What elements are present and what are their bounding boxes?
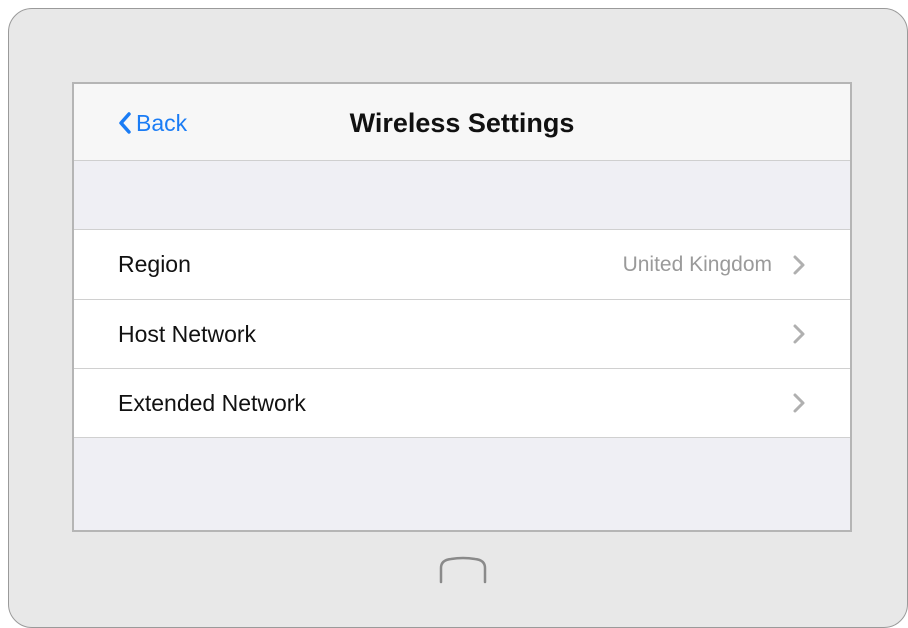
home-button-icon[interactable] bbox=[437, 556, 489, 584]
host-network-row[interactable]: Host Network bbox=[74, 299, 850, 368]
extended-network-label: Extended Network bbox=[118, 389, 306, 416]
chevron-right-icon bbox=[793, 393, 805, 413]
page-title: Wireless Settings bbox=[349, 108, 575, 138]
region-label: Region bbox=[118, 251, 191, 277]
region-value: United Kingdom bbox=[622, 252, 772, 276]
host-network-label: Host Network bbox=[118, 320, 257, 347]
chevron-right-icon bbox=[793, 255, 805, 274]
chevron-right-icon bbox=[793, 324, 805, 344]
navigation-bar: Back Wireless Settings bbox=[74, 84, 850, 161]
extended-network-row[interactable]: Extended Network bbox=[74, 368, 850, 437]
settings-list: Region United Kingdom Host Network Exten… bbox=[74, 229, 850, 438]
region-row[interactable]: Region United Kingdom bbox=[74, 230, 850, 299]
screen: Back Wireless Settings Region United Kin… bbox=[72, 82, 852, 532]
